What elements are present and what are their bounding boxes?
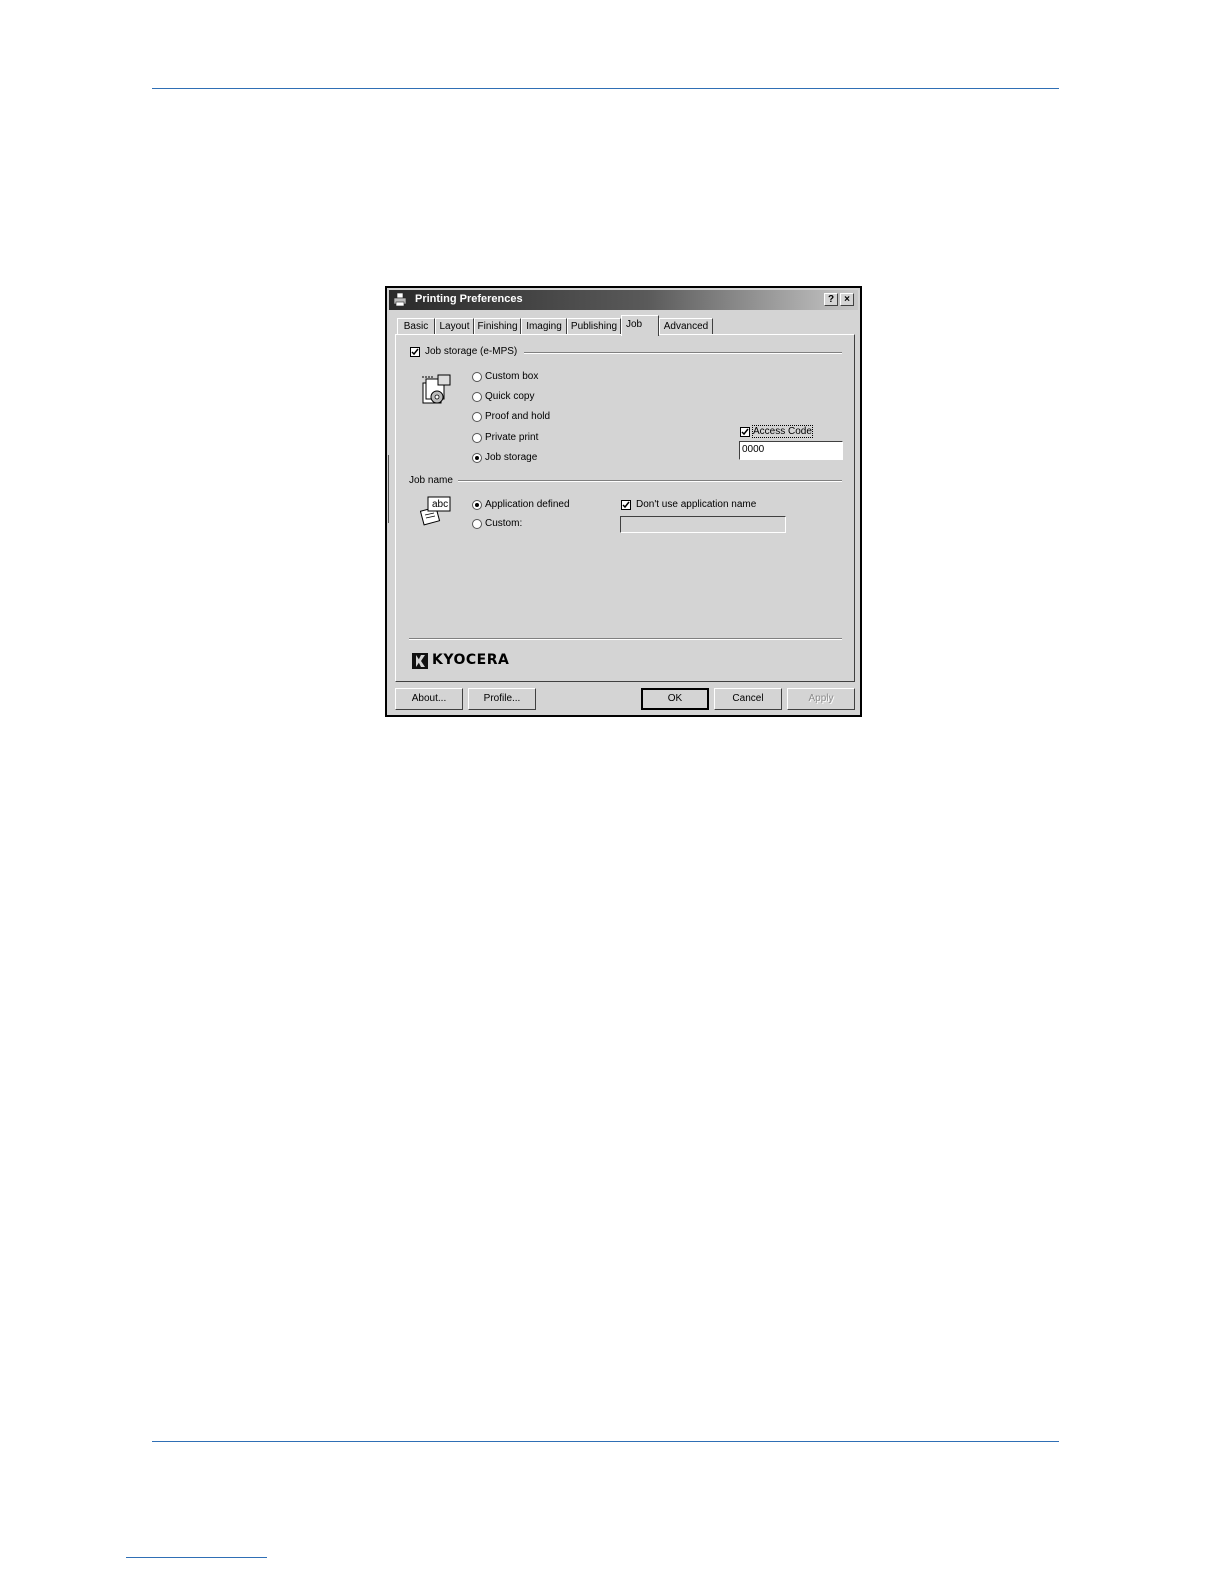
profile-button[interactable]: Profile... [468, 688, 536, 710]
access-code-checkbox[interactable] [740, 427, 750, 437]
job-name-label: Job name [409, 475, 453, 486]
tab-finishing[interactable]: Finishing [474, 318, 521, 335]
label-application-defined: Application defined [485, 499, 570, 510]
checkmark-icon [411, 348, 419, 356]
radio-custom-box[interactable] [472, 372, 482, 382]
tab-layout[interactable]: Layout [435, 318, 474, 335]
radio-application-defined[interactable] [472, 500, 482, 510]
side-handle [388, 455, 393, 523]
brand-name: KYOCERA [432, 652, 510, 668]
label-quick-copy: Quick copy [485, 391, 535, 402]
close-button[interactable]: × [840, 293, 854, 306]
footer-link-underline [126, 1557, 267, 1558]
job-storage-icon [422, 374, 451, 404]
tab-advanced[interactable]: Advanced [659, 318, 713, 335]
label-private-print: Private print [485, 432, 539, 443]
title-bar[interactable]: Printing Preferences ? × [389, 290, 858, 310]
radio-job-storage[interactable] [472, 453, 482, 463]
about-button[interactable]: About... [395, 688, 463, 710]
header-rule [152, 88, 1059, 89]
label-job-storage: Job storage [485, 452, 538, 463]
brand-separator [409, 638, 842, 640]
cancel-button[interactable]: Cancel [714, 688, 782, 710]
radio-custom[interactable] [472, 519, 482, 529]
printer-icon [394, 293, 406, 306]
access-code-input[interactable]: 0000 [739, 441, 843, 460]
help-button[interactable]: ? [824, 293, 838, 306]
job-storage-group-line [524, 352, 842, 354]
label-custom: Custom: [485, 518, 523, 529]
footer-rule [152, 1441, 1059, 1442]
dialog-title: Printing Preferences [415, 293, 523, 305]
radio-quick-copy[interactable] [472, 392, 482, 402]
tab-imaging[interactable]: Imaging [521, 318, 567, 335]
kyocera-logo-icon [412, 653, 428, 669]
abc-icon-text: abc [432, 499, 449, 510]
checkmark-icon [741, 428, 749, 436]
tab-publishing[interactable]: Publishing [567, 318, 621, 335]
checkmark-icon [622, 501, 630, 509]
job-storage-label: Job storage (e-MPS) [425, 346, 518, 357]
job-tab-panel: Job storage (e-MPS) Custom box Quick cop… [395, 334, 855, 682]
label-proof-and-hold: Proof and hold [485, 411, 551, 422]
job-name-group-line [458, 480, 842, 482]
ok-button[interactable]: OK [641, 688, 709, 710]
job-storage-checkbox[interactable] [410, 347, 420, 357]
printing-preferences-dialog: Printing Preferences ? × Basic Layout Fi… [385, 286, 862, 717]
dont-use-app-name-label: Don't use application name [636, 499, 757, 510]
apply-button[interactable]: Apply [787, 688, 855, 710]
radio-proof-and-hold[interactable] [472, 412, 482, 422]
dont-use-app-name-checkbox[interactable] [621, 500, 631, 510]
radio-private-print[interactable] [472, 433, 482, 443]
access-code-label: Access Code [752, 425, 813, 438]
tab-basic[interactable]: Basic [397, 318, 435, 335]
tab-job[interactable]: Job [621, 315, 659, 336]
custom-job-name-input[interactable] [620, 516, 786, 533]
label-custom-box: Custom box [485, 371, 539, 382]
